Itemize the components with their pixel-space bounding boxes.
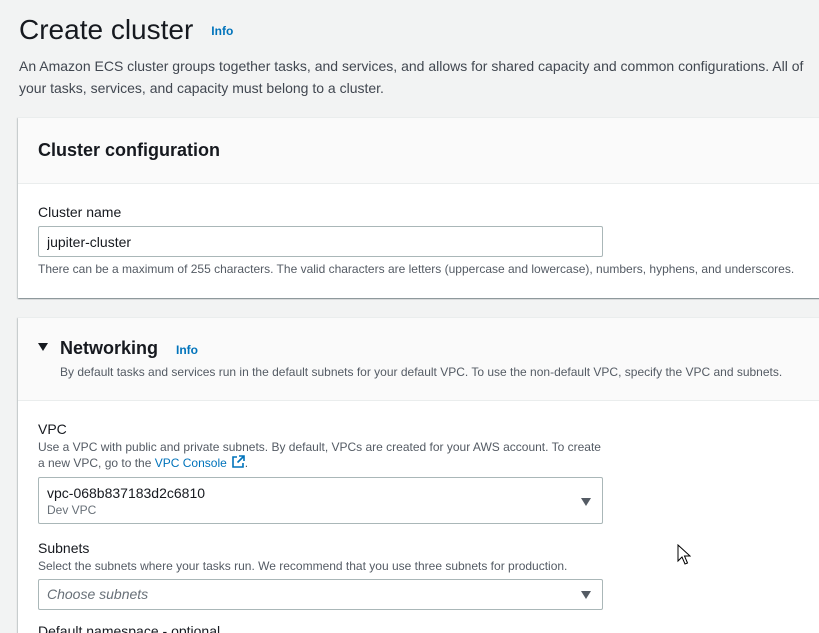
- external-link-icon[interactable]: [231, 455, 245, 473]
- cluster-configuration-panel: Cluster configuration Cluster name There…: [18, 117, 819, 298]
- vpc-label: VPC: [38, 421, 67, 437]
- title-row: Create cluster Info: [19, 12, 819, 48]
- subnets-label: Subnets: [38, 540, 90, 556]
- header-info-link[interactable]: Info: [211, 24, 233, 38]
- dropdown-arrow-icon: [581, 591, 591, 599]
- networking-panel: Networking Info By default tasks and ser…: [18, 317, 819, 633]
- subnets-description: Select the subnets where your tasks run.…: [38, 559, 568, 573]
- cluster-configuration-header: Cluster configuration: [18, 118, 819, 184]
- vpc-desc-suffix: .: [244, 456, 249, 470]
- cluster-name-label: Cluster name: [38, 204, 122, 220]
- networking-body: VPC Use a VPC with public and private su…: [18, 419, 819, 610]
- page-title: Create cluster: [19, 14, 194, 45]
- default-namespace-label: Default namespace - optional: [38, 623, 221, 633]
- vpc-desc-prefix: a new VPC, go to the: [38, 456, 152, 470]
- cluster-name-input[interactable]: [38, 226, 603, 257]
- cluster-configuration-title: Cluster configuration: [38, 140, 221, 160]
- networking-header[interactable]: Networking Info By default tasks and ser…: [18, 318, 819, 401]
- vpc-console-link[interactable]: VPC Console: [155, 456, 227, 470]
- page-description: An Amazon ECS cluster groups together ta…: [19, 58, 804, 96]
- mouse-cursor-icon: [677, 543, 692, 571]
- caret-down-icon[interactable]: [38, 343, 48, 351]
- vpc-description-line1: Use a VPC with public and private subnet…: [38, 440, 601, 454]
- dropdown-arrow-icon: [581, 498, 591, 506]
- subnets-select[interactable]: Choose subnets: [38, 579, 603, 610]
- cluster-name-help: There can be a maximum of 255 characters…: [38, 262, 795, 276]
- networking-title: Networking: [60, 338, 159, 358]
- cluster-configuration-body: Cluster name There can be a maximum of 2…: [18, 202, 819, 277]
- vpc-description-line2: a new VPC, go to the VPC Console.: [38, 455, 818, 473]
- vpc-select[interactable]: vpc-068b837183d2c6810 Dev VPC: [38, 477, 603, 524]
- create-cluster-page: Create cluster Info An Amazon ECS cluste…: [0, 0, 819, 633]
- page-header: Create cluster Info An Amazon ECS cluste…: [19, 12, 819, 99]
- networking-info-link[interactable]: Info: [176, 343, 198, 357]
- networking-title-row: Networking Info: [38, 338, 198, 359]
- subnets-placeholder: Choose subnets: [47, 586, 149, 602]
- networking-description: By default tasks and services run in the…: [60, 365, 783, 379]
- vpc-selected-name: Dev VPC: [47, 503, 97, 517]
- vpc-selected-id: vpc-068b837183d2c6810: [47, 485, 206, 501]
